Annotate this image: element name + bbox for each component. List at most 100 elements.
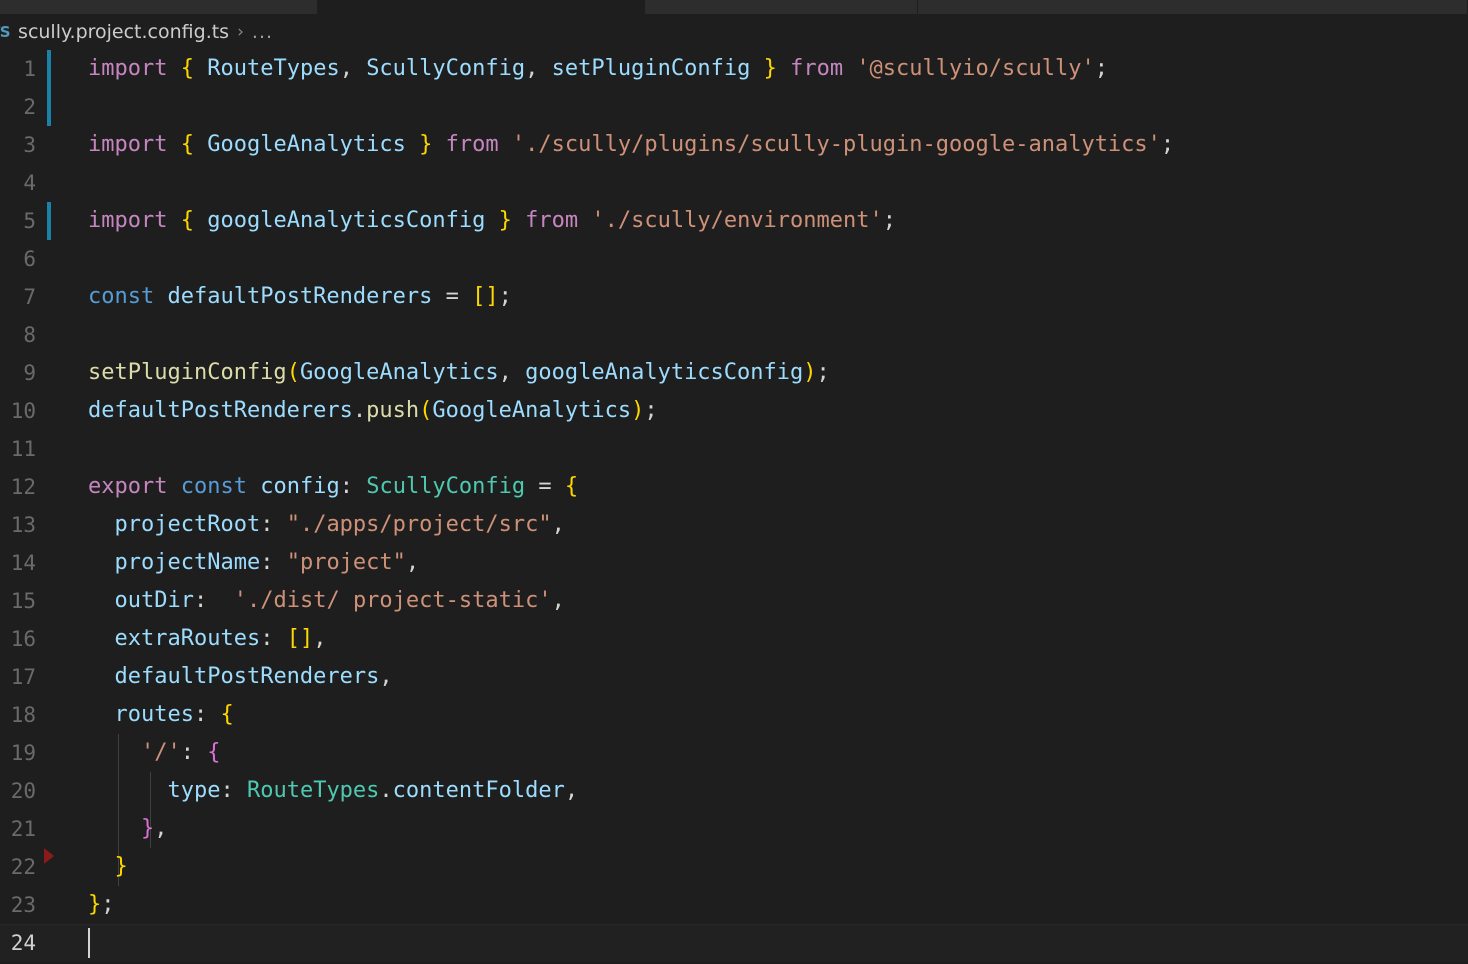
git-change-indicator[interactable] [47, 506, 51, 544]
editor-tab-1[interactable] [318, 0, 645, 14]
code-line[interactable]: 11 [0, 430, 1468, 468]
git-change-indicator[interactable] [47, 430, 51, 468]
code-line[interactable]: 19 '/': { [0, 734, 1468, 772]
code-token: import [88, 132, 167, 157]
code-token [194, 740, 207, 765]
git-change-indicator[interactable] [47, 392, 51, 430]
code-token [207, 588, 234, 613]
code-line[interactable]: 17 defaultPostRenderers, [0, 658, 1468, 696]
code-line[interactable]: 13 projectRoot: "./apps/project/src", [0, 506, 1468, 544]
code-line[interactable]: 6 [0, 240, 1468, 278]
git-change-indicator[interactable] [47, 202, 51, 240]
code-line[interactable]: 3import { GoogleAnalytics } from './scul… [0, 126, 1468, 164]
line-number: 6 [0, 240, 36, 278]
code-token: } [115, 854, 128, 879]
code-token [499, 132, 512, 157]
code-line[interactable]: 20 type: RouteTypes.contentFolder, [0, 772, 1468, 810]
code-token [538, 56, 551, 81]
vscode-editor-window: TS scully.project.config.ts › ... 1impor… [0, 0, 1468, 964]
code-token: '/' [141, 740, 181, 765]
code-token: defaultPostRenderers [115, 664, 380, 689]
git-change-indicator[interactable] [47, 354, 51, 392]
code-token: : [181, 740, 194, 765]
code-line-text: }, [88, 810, 167, 848]
code-token: } [88, 892, 101, 917]
code-token: extraRoutes [115, 626, 261, 651]
code-line[interactable]: 10defaultPostRenderers.push(GoogleAnalyt… [0, 392, 1468, 430]
code-token: = [446, 284, 459, 309]
line-number: 20 [0, 772, 36, 810]
code-token: setPluginConfig [552, 56, 751, 81]
code-line[interactable]: 18 routes: { [0, 696, 1468, 734]
git-change-indicator[interactable] [47, 126, 51, 164]
git-change-indicator[interactable] [47, 658, 51, 696]
code-token [459, 284, 472, 309]
code-line[interactable]: 14 projectName: "project", [0, 544, 1468, 582]
git-change-indicator[interactable] [47, 544, 51, 582]
code-token: export [88, 474, 167, 499]
code-token [578, 208, 591, 233]
code-token: ; [883, 208, 896, 233]
code-token [512, 360, 525, 385]
git-change-indicator[interactable] [47, 772, 51, 810]
code-line[interactable]: 5import { googleAnalyticsConfig } from '… [0, 202, 1468, 240]
code-token: from [790, 56, 843, 81]
code-token: } [499, 208, 512, 233]
code-line[interactable]: 12export const config: ScullyConfig = { [0, 468, 1468, 506]
code-token: . [353, 398, 366, 423]
code-editor-surface[interactable]: 1import { RouteTypes, ScullyConfig, setP… [0, 50, 1468, 964]
git-change-indicator[interactable] [47, 50, 51, 88]
code-token: ( [419, 398, 432, 423]
code-line-text: import { googleAnalyticsConfig } from '.… [88, 202, 896, 240]
code-token: defaultPostRenderers [167, 284, 432, 309]
breadcrumb-symbol-more[interactable]: ... [252, 21, 273, 43]
breadcrumb-file-name[interactable]: scully.project.config.ts [18, 21, 229, 43]
code-line[interactable]: 22 } [0, 848, 1468, 886]
git-change-indicator[interactable] [47, 620, 51, 658]
code-line[interactable]: 24 [0, 924, 1468, 962]
breadcrumb[interactable]: TS scully.project.config.ts › ... [0, 14, 1468, 50]
editor-tab-0[interactable] [0, 0, 318, 14]
code-token: { [181, 132, 194, 157]
code-token: import [88, 208, 167, 233]
git-change-indicator[interactable] [47, 696, 51, 734]
code-token: './dist/ project-static' [234, 588, 552, 613]
git-change-indicator[interactable] [47, 240, 51, 278]
code-token: ) [631, 398, 644, 423]
text-cursor [88, 928, 90, 958]
code-line[interactable]: 21 }, [0, 810, 1468, 848]
git-change-indicator[interactable] [47, 468, 51, 506]
code-token [234, 778, 247, 803]
code-line[interactable]: 15 outDir: './dist/ project-static', [0, 582, 1468, 620]
chevron-right-icon: › [237, 22, 244, 42]
code-token: const [181, 474, 247, 499]
code-token: from [525, 208, 578, 233]
code-line[interactable]: 2 [0, 88, 1468, 126]
editor-tab-2[interactable] [645, 0, 918, 14]
code-line[interactable]: 8 [0, 316, 1468, 354]
code-token [273, 550, 286, 575]
code-line[interactable]: 1import { RouteTypes, ScullyConfig, setP… [0, 50, 1468, 88]
code-token [167, 56, 180, 81]
editor-tab-strip[interactable] [0, 0, 1468, 14]
code-line[interactable]: 4 [0, 164, 1468, 202]
line-number: 17 [0, 658, 36, 696]
git-change-indicator[interactable] [47, 924, 51, 962]
code-line[interactable]: 9setPluginConfig(GoogleAnalytics, google… [0, 354, 1468, 392]
code-line[interactable]: 16 extraRoutes: [], [0, 620, 1468, 658]
code-token: { [207, 740, 220, 765]
code-token: ; [644, 398, 657, 423]
fold-breakpoint-marker-icon[interactable] [44, 848, 54, 864]
git-change-indicator[interactable] [47, 278, 51, 316]
git-change-indicator[interactable] [47, 886, 51, 924]
code-line[interactable]: 23}; [0, 886, 1468, 924]
git-change-indicator[interactable] [47, 164, 51, 202]
git-change-indicator[interactable] [47, 316, 51, 354]
git-change-indicator[interactable] [47, 734, 51, 772]
code-line[interactable]: 7const defaultPostRenderers = []; [0, 278, 1468, 316]
code-token: : [194, 702, 207, 727]
git-change-indicator[interactable] [47, 810, 51, 848]
editor-tab-3[interactable] [918, 0, 1468, 14]
git-change-indicator[interactable] [47, 582, 51, 620]
git-change-indicator[interactable] [47, 88, 51, 126]
